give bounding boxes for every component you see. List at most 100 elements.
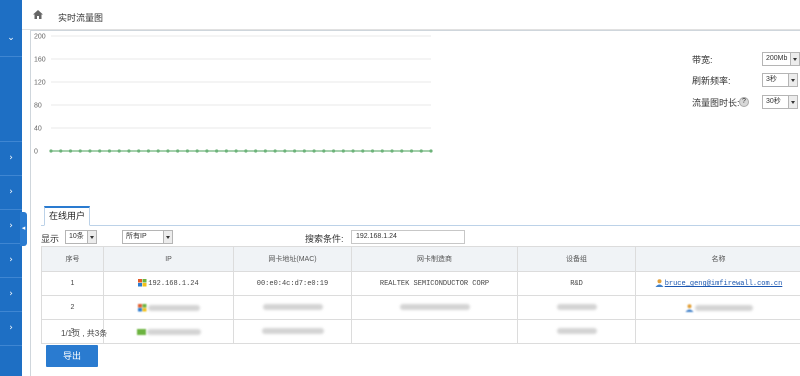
refresh-rate-select[interactable]: 3秒 bbox=[762, 73, 798, 87]
data-point bbox=[331, 149, 336, 153]
data-point bbox=[419, 149, 423, 153]
y-tick-label: 80 bbox=[34, 103, 42, 110]
name-cell[interactable]: bruce_geng@imfirewall.com.cn bbox=[635, 271, 800, 296]
ip-filter-select[interactable]: 所有IP bbox=[122, 230, 173, 244]
rail-divider bbox=[0, 56, 22, 57]
chevron-right-icon[interactable]: › bbox=[5, 288, 17, 300]
data-point bbox=[341, 149, 345, 153]
data-point bbox=[429, 149, 433, 153]
chevron-right-icon[interactable]: › bbox=[5, 152, 17, 164]
search-label: 搜索条件: bbox=[305, 234, 344, 244]
search-input[interactable]: 192.168.1.24 bbox=[351, 230, 465, 244]
table-row[interactable]: 1 192.168.1.24 00:e0:4c:d7:e0:19 REALTEK… bbox=[41, 271, 800, 296]
mac-cell-redacted bbox=[233, 319, 352, 344]
rail-divider bbox=[0, 243, 22, 244]
rail-divider bbox=[0, 277, 22, 278]
data-point bbox=[351, 149, 355, 153]
data-point bbox=[224, 149, 228, 153]
redacted-text bbox=[146, 328, 201, 335]
data-point bbox=[254, 149, 258, 153]
y-tick-label: 160 bbox=[34, 57, 46, 64]
column-header[interactable]: 网卡地址(MAC) bbox=[233, 246, 352, 272]
page-size-select[interactable]: 10条 bbox=[65, 230, 97, 244]
rail-divider bbox=[0, 209, 22, 210]
column-header[interactable]: 序号 bbox=[41, 246, 104, 272]
data-point bbox=[380, 149, 384, 153]
bandwidth-select[interactable]: 200Mb bbox=[762, 52, 800, 66]
collapse-sidebar-button[interactable]: ◂ bbox=[20, 212, 27, 246]
name-cell bbox=[635, 319, 800, 344]
main-panel: 200 160 120 80 40 0 带宽: 200Mb 刷新频率: 3秒 流量图时长:… bbox=[30, 30, 800, 376]
chevron-down-icon bbox=[790, 53, 799, 65]
data-point bbox=[273, 149, 277, 153]
chevron-down-icon[interactable]: ⌄ bbox=[5, 32, 17, 44]
refresh-rate-value: 3秒 bbox=[766, 76, 777, 83]
chevron-down-icon bbox=[163, 231, 172, 243]
column-header[interactable]: IP bbox=[103, 246, 234, 272]
chart-duration-label: 流量图时长: bbox=[692, 98, 740, 108]
rail-divider bbox=[0, 311, 22, 312]
home-icon[interactable] bbox=[33, 10, 43, 19]
data-point bbox=[390, 149, 394, 153]
mac-cell-redacted bbox=[233, 295, 352, 320]
help-icon[interactable]: ? bbox=[739, 97, 749, 107]
page-size-value: 10条 bbox=[69, 233, 84, 240]
y-tick-label: 120 bbox=[34, 80, 46, 87]
data-point bbox=[283, 149, 287, 153]
table-header-row: 序号 IP 网卡地址(MAC) 网卡制造商 设备组 名称 bbox=[41, 246, 800, 272]
page-title: 实时流量图 bbox=[58, 13, 104, 23]
data-point bbox=[117, 149, 121, 153]
chevron-right-icon[interactable]: › bbox=[5, 254, 17, 266]
y-tick-label: 0 bbox=[34, 149, 38, 156]
group-cell: R&D bbox=[517, 271, 636, 296]
data-point bbox=[234, 149, 238, 153]
bandwidth-label: 带宽: bbox=[692, 55, 713, 65]
tab-online-users[interactable]: 在线用户 bbox=[44, 206, 90, 226]
chart-duration-select[interactable]: 30秒 bbox=[762, 95, 798, 109]
table-row[interactable]: 3 bbox=[41, 319, 800, 344]
rail-divider bbox=[0, 345, 22, 346]
column-header[interactable]: 名称 bbox=[635, 246, 800, 272]
data-point bbox=[59, 149, 63, 153]
export-button[interactable]: 导出 bbox=[46, 345, 98, 367]
chart-series bbox=[49, 149, 433, 153]
data-point bbox=[195, 149, 199, 153]
chart-duration-value: 30秒 bbox=[766, 98, 781, 105]
vendor-cell-redacted bbox=[351, 295, 518, 320]
data-point bbox=[78, 149, 82, 153]
traffic-chart: 200 160 120 80 40 0 bbox=[34, 34, 433, 156]
column-header[interactable]: 网卡制造商 bbox=[351, 246, 518, 272]
ip-address: 192.168.1.24 bbox=[148, 279, 199, 288]
data-point bbox=[312, 149, 316, 153]
chevron-right-icon[interactable]: › bbox=[5, 186, 17, 198]
redacted-text bbox=[261, 328, 324, 335]
data-point bbox=[49, 149, 53, 153]
table-row[interactable]: 2 bbox=[41, 295, 800, 320]
data-point bbox=[400, 149, 404, 153]
redacted-text bbox=[147, 304, 200, 311]
redacted-text bbox=[399, 304, 470, 311]
rail-divider bbox=[0, 141, 22, 142]
vendor-cell: REALTEK SEMICONDUCTOR CORP bbox=[351, 271, 518, 296]
column-header[interactable]: 设备组 bbox=[517, 246, 636, 272]
data-point bbox=[185, 149, 190, 153]
ip-cell: 192.168.1.24 bbox=[103, 271, 234, 296]
chevron-right-icon[interactable]: › bbox=[5, 322, 17, 334]
data-point bbox=[146, 149, 151, 153]
user-icon bbox=[685, 303, 693, 312]
chevron-right-icon[interactable]: › bbox=[5, 220, 17, 232]
redacted-text bbox=[556, 304, 597, 311]
data-point bbox=[263, 149, 267, 153]
chevron-down-icon bbox=[788, 96, 797, 108]
data-point bbox=[88, 149, 92, 153]
data-point bbox=[176, 149, 180, 153]
data-point bbox=[322, 149, 326, 153]
data-point bbox=[292, 149, 297, 153]
data-point bbox=[361, 149, 365, 153]
y-tick-label: 40 bbox=[34, 126, 42, 133]
refresh-rate-label: 刷新频率: bbox=[692, 76, 731, 86]
user-email-link[interactable]: bruce_geng@imfirewall.com.cn bbox=[665, 280, 783, 288]
user-icon bbox=[655, 279, 664, 288]
tab-strip bbox=[41, 225, 800, 226]
data-point bbox=[302, 149, 306, 153]
